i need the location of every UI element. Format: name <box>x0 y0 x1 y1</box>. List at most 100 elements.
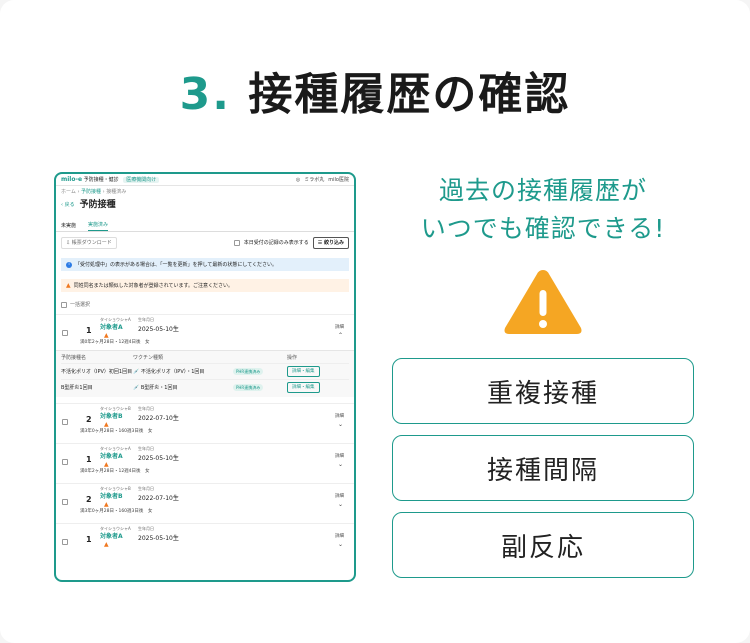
warning-icon: ▲ <box>104 501 109 508</box>
birth-label: 生年月日 <box>138 406 154 411</box>
today-checkbox[interactable] <box>233 240 240 246</box>
back-link[interactable]: ‹ 戻る <box>61 202 75 208</box>
app-logo: milo-e <box>61 175 83 183</box>
phr-status-badge: PHR連携済み <box>233 383 264 391</box>
detail-label[interactable]: 詳細 <box>335 534 344 539</box>
col-action: 操作 <box>287 355 298 361</box>
record-checkbox[interactable] <box>62 499 68 505</box>
vaccine-table: 予防接種名 ワクチン種類 操作 不活化ポリオ（IPV）初回1回目 💉 不活化ポリ… <box>56 350 354 397</box>
record-meta: 満0年2ヶ月28日・12週4日後 女 <box>80 469 150 474</box>
hero-number: 3. <box>179 69 231 120</box>
breadcrumb-done: 接種済み <box>106 189 127 195</box>
birth-date: 2022-07-10生 <box>138 495 179 502</box>
clinic-name[interactable]: ミラボ丸 <box>304 177 324 183</box>
warning-triangle-icon <box>504 270 582 334</box>
birth-label: 生年月日 <box>138 317 154 322</box>
warning-icon: ▲ <box>66 281 71 289</box>
record-row[interactable]: 2 タイショウシャB 対象者B ▲ 生年月日 2022-07-10生 満3年0ヶ… <box>56 483 354 519</box>
phr-status-badge: PHR連携済み <box>233 367 264 375</box>
page-card: 3. 接種履歴の確認 milo-e 予防接種・健診 医療機関向け ◎ ミラボ丸 … <box>0 0 750 643</box>
record-name[interactable]: 対象者A <box>100 533 123 540</box>
download-button[interactable]: ⇩ 帳票ダウンロード <box>61 237 117 249</box>
option-duplicate-vaccination[interactable]: 重複接種 <box>392 358 694 424</box>
app-screenshot: milo-e 予防接種・健診 医療機関向け ◎ ミラボ丸 milo医院 ホーム … <box>54 172 356 582</box>
record-number: 1 <box>86 535 92 544</box>
record-name[interactable]: 対象者A <box>100 324 123 331</box>
record-name[interactable]: 対象者B <box>100 493 123 500</box>
detail-label[interactable]: 詳細 <box>335 454 344 459</box>
vaccine-table-header: 予防接種名 ワクチン種類 操作 <box>61 353 349 363</box>
record-name[interactable]: 対象者B <box>100 413 123 420</box>
edit-button[interactable]: 詳細・編集 <box>287 366 320 378</box>
record-kana: タイショウシャB <box>100 406 131 411</box>
record-row[interactable]: 1 タイショウシャA 対象者A ▲ 生年月日 2025-05-10生 満0年2ヶ… <box>56 314 354 350</box>
record-checkbox[interactable] <box>62 459 68 465</box>
warning-message: 同姓同名または類似した対象者が登録されています。ご注意ください。 <box>73 282 233 289</box>
feature-heading: 過去の接種履歴が いつでも確認できる! <box>392 172 694 248</box>
breadcrumb-home[interactable]: ホーム <box>61 189 76 195</box>
hero-text: 接種履歴の確認 <box>248 69 571 120</box>
warning-icon: ▲ <box>104 461 109 468</box>
feature-heading-line2: いつでも確認できる! <box>420 214 666 243</box>
page-title-row: ‹ 戻る 予防接種 <box>56 198 354 212</box>
breadcrumb: ホーム › 予防接種 › 接種済み <box>61 189 127 195</box>
chevron-down-icon[interactable]: ⌄ <box>338 541 343 548</box>
chevron-down-icon[interactable]: ⌄ <box>338 421 343 428</box>
record-checkbox[interactable] <box>62 330 68 336</box>
detail-label[interactable]: 詳細 <box>335 325 344 330</box>
vaccine-name: 不活化ポリオ（IPV）初回1回目 <box>61 368 133 375</box>
record-row[interactable]: 1 タイショウシャA 対象者A ▲ 生年月日 2025-05-10生 満0年2ヶ… <box>56 443 354 479</box>
detail-label[interactable]: 詳細 <box>335 494 344 499</box>
chevron-up-icon[interactable]: ⌃ <box>338 332 343 339</box>
col-vaccine-name: 予防接種名 <box>61 355 87 361</box>
warning-banner: ▲ 同姓同名または類似した対象者が登録されています。ご注意ください。 <box>61 279 349 292</box>
bulk-select[interactable]: 一括選択 <box>56 302 354 308</box>
user-name[interactable]: milo医院 <box>328 177 349 183</box>
detail-label[interactable]: 詳細 <box>335 414 344 419</box>
info-icon: i <box>66 261 72 268</box>
birth-date: 2025-05-10生 <box>138 535 179 542</box>
record-number: 1 <box>86 455 92 464</box>
app-topbar: milo-e 予防接種・健診 医療機関向け ◎ ミラボ丸 milo医院 <box>56 174 354 186</box>
record-row[interactable]: 2 タイショウシャB 対象者B ▲ 生年月日 2022-07-10生 満3年0ヶ… <box>56 403 354 439</box>
toolbar: ⇩ 帳票ダウンロード 本日受付の記録のみ表示する ☰ 絞り込み <box>56 236 354 250</box>
warning-icon: ▲ <box>104 421 109 428</box>
vaccine-row: 不活化ポリオ（IPV）初回1回目 💉 不活化ポリオ（IPV）・1回目 PHR連携… <box>61 363 349 379</box>
record-row[interactable]: 1 タイショウシャA 対象者A ▲ 生年月日 2025-05-10生 詳細 ⌄ <box>56 523 354 559</box>
warning-icon: ▲ <box>104 332 109 339</box>
vaccine-row: B型肝炎1回目 💉 B型肝炎・1回目 PHR連携済み 詳細・編集 <box>61 379 349 395</box>
vaccine-type: 💉 B型肝炎・1回目 <box>133 384 178 391</box>
option-side-effects[interactable]: 副反応 <box>392 512 694 578</box>
filter-button[interactable]: ☰ 絞り込み <box>312 237 349 249</box>
bulk-checkbox[interactable] <box>61 302 67 308</box>
tab-pending[interactable]: 未実施 <box>61 223 76 231</box>
tab-done[interactable]: 実施済み <box>88 222 109 231</box>
breadcrumb-vaccine[interactable]: 予防接種 <box>81 189 101 195</box>
record-meta: 満3年0ヶ月28日・160週3日後 女 <box>80 509 153 514</box>
app-subtitle: 予防接種・健診 <box>83 176 119 183</box>
chevron-down-icon[interactable]: ⌄ <box>338 501 343 508</box>
tab-bar: 未実施 実施済み <box>56 220 354 232</box>
hero-title: 3. 接種履歴の確認 <box>0 58 750 122</box>
record-number: 1 <box>86 326 92 335</box>
page-title: 予防接種 <box>79 199 116 210</box>
record-meta: 満0年2ヶ月28日・12週4日後 女 <box>80 340 150 345</box>
record-checkbox[interactable] <box>62 419 68 425</box>
warning-icon: ▲ <box>104 541 109 548</box>
record-checkbox[interactable] <box>62 539 68 545</box>
birth-date: 2025-05-10生 <box>138 326 179 333</box>
edit-button[interactable]: 詳細・編集 <box>287 382 320 394</box>
birth-label: 生年月日 <box>138 446 154 451</box>
col-vaccine-type: ワクチン種類 <box>133 355 164 361</box>
record-name[interactable]: 対象者A <box>100 453 123 460</box>
option-vaccination-interval[interactable]: 接種間隔 <box>392 435 694 501</box>
vaccine-type: 💉 不活化ポリオ（IPV）・1回目 <box>133 368 205 375</box>
record-number: 2 <box>86 495 92 504</box>
vaccine-name: B型肝炎1回目 <box>61 384 93 391</box>
birth-date: 2022-07-10生 <box>138 415 179 422</box>
record-kana: タイショウシャA <box>100 526 131 531</box>
feature-heading-line1: 過去の接種履歴が <box>438 176 647 205</box>
record-kana: タイショウシャA <box>100 317 131 322</box>
record-kana: タイショウシャA <box>100 446 131 451</box>
chevron-down-icon[interactable]: ⌄ <box>338 461 343 468</box>
